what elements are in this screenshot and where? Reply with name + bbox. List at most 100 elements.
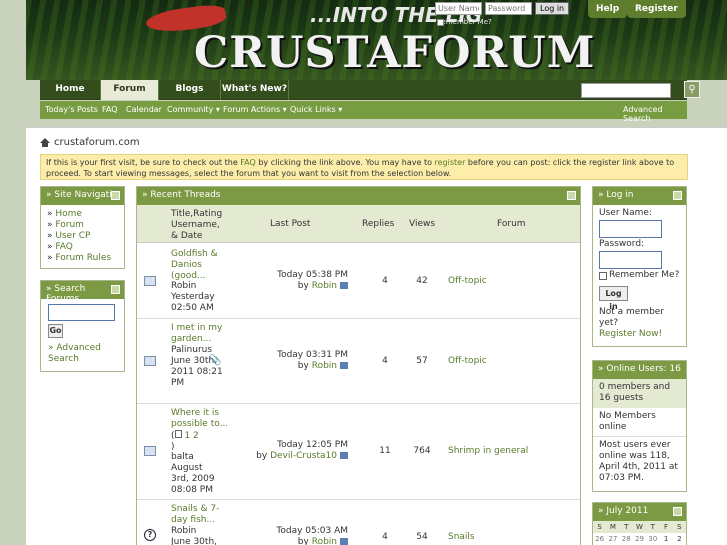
thread-forum[interactable]: Snails: [448, 532, 475, 542]
site-nav-home[interactable]: » Home: [47, 209, 118, 220]
notice-faq-link[interactable]: FAQ: [240, 158, 256, 167]
calendar-week: 26 27 28 29 30 1 2: [593, 533, 686, 545]
goto-last-post-icon[interactable]: [340, 452, 348, 459]
calendar-day[interactable]: 26: [593, 535, 606, 543]
search-button[interactable]: ⚲: [684, 81, 700, 98]
notice-register-link[interactable]: register: [435, 158, 466, 167]
subnav-todays-posts[interactable]: Today's Posts: [45, 105, 98, 114]
online-summary: 0 members and 16 guests: [593, 379, 686, 408]
site-logo[interactable]: CRUSTAFORUM: [194, 28, 595, 78]
collapse-icon[interactable]: [673, 507, 682, 516]
help-button[interactable]: Help: [588, 0, 628, 18]
thread-last-post: Today 03:31 PM by Robin: [277, 350, 348, 371]
collapse-icon[interactable]: [111, 191, 120, 200]
tab-whats-new[interactable]: What's New?: [221, 80, 289, 100]
collapse-icon[interactable]: [567, 191, 576, 200]
search-forums-input[interactable]: [48, 304, 115, 321]
recent-threads-box: » Recent Threads Title,Rating Username, …: [136, 186, 581, 545]
subnav-community[interactable]: Community ▾: [167, 105, 220, 114]
thread-forum[interactable]: Shrimp in general: [448, 446, 528, 456]
login-username-input[interactable]: [599, 220, 662, 238]
login-remember-checkbox[interactable]: [599, 271, 607, 280]
register-button[interactable]: Register: [627, 0, 686, 18]
login-password-input[interactable]: [599, 251, 662, 269]
main-nav: Home Forum Blogs What's New? ⚲: [40, 80, 700, 100]
password-input[interactable]: [485, 2, 532, 15]
thread-last-post: Today 05:03 AM by Robin: [276, 526, 348, 545]
recent-threads-header: » Recent Threads: [137, 187, 580, 205]
thread-row: Goldfish & Danios (good... Robin Yesterda…: [137, 244, 580, 319]
thread-views: 764: [413, 446, 431, 456]
calendar-day[interactable]: 28: [620, 535, 633, 543]
col-forum: Forum: [497, 219, 526, 229]
breadcrumb: crustaforum.com: [40, 137, 140, 148]
last-post-user[interactable]: Devil-Crusta10: [270, 451, 337, 461]
thread-title[interactable]: Where it is possible to... ( 1 2): [171, 408, 231, 453]
thread-replies: 4: [382, 276, 388, 286]
site-nav-forum-rules[interactable]: » Forum Rules: [47, 253, 118, 264]
site-nav-faq[interactable]: » FAQ: [47, 242, 118, 253]
register-now-link[interactable]: Register Now!: [599, 329, 680, 340]
tab-forum[interactable]: Forum: [101, 80, 159, 100]
username-input[interactable]: [435, 2, 482, 15]
thread-icon: [144, 446, 156, 456]
header-login-button[interactable]: Log in: [535, 2, 570, 15]
weekday: S: [597, 523, 602, 531]
goto-last-post-icon[interactable]: [340, 362, 348, 369]
thread-views: 54: [416, 532, 428, 542]
thread-replies: 4: [382, 356, 388, 366]
goto-last-post-icon[interactable]: [340, 282, 348, 289]
home-icon[interactable]: [40, 138, 50, 147]
site-nav-forum[interactable]: » Forum: [47, 220, 118, 231]
thread-pages[interactable]: 1 2: [184, 431, 198, 441]
calendar-day[interactable]: 27: [606, 535, 619, 543]
col-views: Views: [409, 219, 436, 229]
site-nav-user-cp[interactable]: » User CP: [47, 231, 118, 242]
subnav-forum-actions[interactable]: Forum Actions ▾: [223, 105, 287, 114]
calendar-day[interactable]: 30: [646, 535, 659, 543]
calendar-day[interactable]: 29: [633, 535, 646, 543]
thread-forum[interactable]: Off-topic: [448, 356, 487, 366]
calendar-day[interactable]: 1: [659, 535, 672, 543]
not-member-text: Not a member yet?: [599, 307, 665, 328]
login-box-button[interactable]: Log in: [599, 286, 628, 311]
last-post-user[interactable]: Robin: [312, 537, 337, 545]
subnav-quick-links[interactable]: Quick Links ▾: [290, 105, 342, 114]
login-remember[interactable]: Remember Me?: [599, 270, 680, 281]
calendar-title: » July 2011: [598, 506, 649, 516]
quick-search-input[interactable]: [581, 83, 671, 98]
thread-last-post: Today 12:05 PM by Devil-Crusta10: [256, 440, 348, 461]
thread-author: Robin June 30th,: [171, 526, 218, 545]
online-users-title: » Online Users: 16: [598, 364, 681, 374]
advanced-search-box-link[interactable]: » Advanced Search: [48, 343, 117, 365]
subnav-faq[interactable]: FAQ: [102, 105, 118, 114]
advanced-search-link[interactable]: Advanced Search: [623, 105, 687, 123]
search-forums-header: » Search Forums: [41, 281, 124, 304]
weekday: F: [664, 523, 669, 531]
thread-title[interactable]: Goldfish & Danios (good...: [171, 249, 223, 282]
paperclip-icon: 📎: [209, 355, 222, 366]
collapse-icon[interactable]: [111, 285, 120, 294]
tab-home[interactable]: Home: [40, 80, 101, 100]
last-post-user[interactable]: Robin: [312, 281, 337, 291]
weekday: W: [636, 523, 643, 531]
weekday: T: [650, 523, 655, 531]
remember-me[interactable]: Remember Me?: [437, 18, 492, 26]
goto-last-post-icon[interactable]: [340, 538, 348, 545]
tab-blogs[interactable]: Blogs: [159, 80, 221, 100]
search-go-button[interactable]: Go: [48, 324, 63, 338]
site-navigation-title: » Site Navigatio: [46, 190, 118, 200]
remember-checkbox[interactable]: [437, 18, 444, 26]
breadcrumb-site[interactable]: crustaforum.com: [54, 137, 140, 148]
calendar-day[interactable]: 2: [673, 535, 686, 543]
subnav-calendar[interactable]: Calendar: [126, 105, 162, 114]
thread-title[interactable]: Snails & 7-day fish...: [171, 504, 225, 526]
thread-icon: [144, 356, 156, 366]
thread-title[interactable]: I met in my garden...: [171, 323, 223, 345]
notice-text-2: by clicking the link above. You may have…: [255, 158, 435, 167]
thread-forum[interactable]: Off-topic: [448, 276, 487, 286]
collapse-icon[interactable]: [673, 191, 682, 200]
thread-replies: 11: [379, 446, 391, 456]
pages-icon: [174, 430, 182, 438]
last-post-user[interactable]: Robin: [312, 361, 337, 371]
